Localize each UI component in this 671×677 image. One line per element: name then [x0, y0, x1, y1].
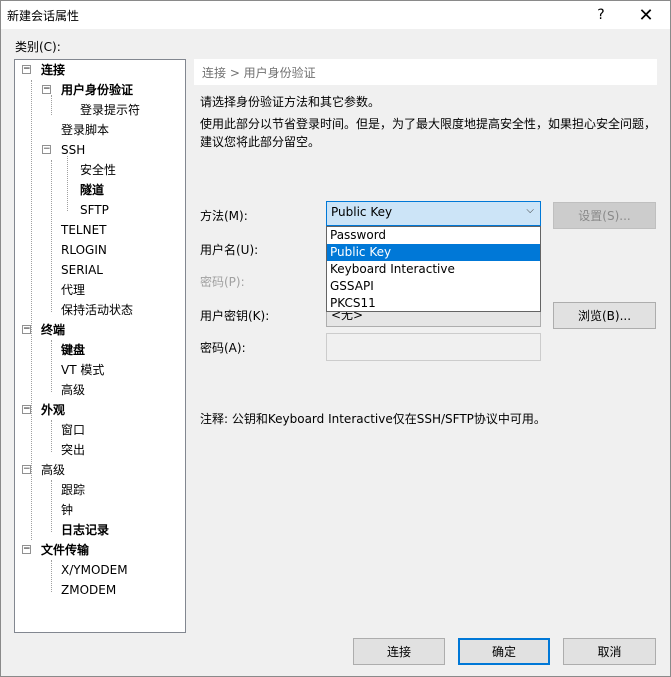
collapse-icon[interactable]: −: [22, 465, 31, 474]
tree-node-ssh[interactable]: − SSH: [42, 140, 85, 160]
tree-node-file-transfer[interactable]: − 文件传输: [22, 540, 89, 560]
category-tree[interactable]: − 连接 − 用户身份验证 登录提示符 登录脚本 − SSH 安全性 隧道 SF…: [14, 59, 186, 633]
tree-node-telnet[interactable]: TELNET: [61, 220, 107, 240]
breadcrumb: 连接 > 用户身份验证: [194, 59, 657, 85]
password-label: 密码(P):: [200, 275, 245, 289]
collapse-icon[interactable]: −: [42, 85, 51, 94]
browse-button[interactable]: 浏览(B)...: [553, 302, 656, 329]
tree-node-connection[interactable]: − 连接: [22, 60, 65, 80]
tree-node-user-auth[interactable]: − 用户身份验证: [42, 80, 133, 100]
collapse-icon[interactable]: −: [22, 325, 31, 334]
tree-node-rlogin[interactable]: RLOGIN: [61, 240, 107, 260]
description-line-2: 使用此部分以节省登录时间。但是，为了最大限度地提高安全性，如果担心安全问题，: [200, 117, 657, 131]
user-key-label: 用户密钥(K):: [200, 309, 270, 323]
tree-line: [51, 480, 52, 532]
tree-node-trace[interactable]: 跟踪: [61, 480, 85, 500]
settings-button[interactable]: 设置(S)...: [553, 202, 656, 229]
method-dropdown-list[interactable]: Password Public Key Keyboard Interactive…: [326, 226, 541, 312]
tree-line: [67, 156, 68, 211]
tree-node-label: 外观: [41, 403, 66, 417]
tree-node-login-prompts[interactable]: 登录提示符: [80, 100, 140, 120]
method-option-gssapi[interactable]: GSSAPI: [327, 278, 540, 295]
method-select-value: Public Key: [331, 205, 393, 219]
tree-node-window[interactable]: 窗口: [61, 420, 85, 440]
method-label: 方法(M):: [200, 209, 248, 223]
tree-node-tunnel[interactable]: 隧道: [80, 180, 104, 200]
tree-node-label: SSH: [61, 143, 86, 157]
tree-node-proxy[interactable]: 代理: [61, 280, 85, 300]
cancel-button[interactable]: 取消: [563, 638, 656, 665]
tree-node-label: 连接: [41, 63, 66, 77]
tree-node-advanced[interactable]: − 高级: [22, 460, 65, 480]
tree-node-terminal[interactable]: − 终端: [22, 320, 65, 340]
description-line-1: 请选择身份验证方法和其它参数。: [200, 95, 381, 109]
tree-node-xymodem[interactable]: X/YMODEM: [61, 560, 128, 580]
title-bar: 新建会话属性 ? ✕: [1, 1, 670, 29]
tree-node-security[interactable]: 安全性: [80, 160, 116, 180]
help-button[interactable]: ?: [579, 1, 623, 29]
tree-node-bell[interactable]: 钟: [61, 500, 73, 520]
tree-node-keyboard[interactable]: 键盘: [61, 340, 85, 360]
chevron-down-icon[interactable]: ⌵: [526, 205, 534, 216]
tree-node-label: 用户身份验证: [61, 83, 134, 97]
passphrase-label: 密码(A):: [200, 341, 246, 355]
tree-line: [51, 420, 52, 452]
collapse-icon[interactable]: −: [22, 65, 31, 74]
passphrase-input[interactable]: [326, 333, 541, 361]
category-label: 类别(C):: [15, 40, 61, 54]
tree-line: [51, 340, 52, 392]
session-properties-dialog: 新建会话属性 ? ✕ 类别(C): − 连接 − 用户身份验证 登录提示符 登录…: [0, 0, 671, 677]
tree-node-vt-mode[interactable]: VT 模式: [61, 360, 104, 380]
collapse-icon[interactable]: −: [22, 405, 31, 414]
collapse-icon[interactable]: −: [42, 145, 51, 154]
method-option-pkcs11[interactable]: PKCS11: [327, 295, 540, 312]
collapse-icon[interactable]: −: [22, 545, 31, 554]
method-select[interactable]: Public Key ⌵: [326, 201, 541, 226]
method-option-public-key[interactable]: Public Key: [327, 244, 540, 261]
tree-node-serial[interactable]: SERIAL: [61, 260, 103, 280]
connect-button[interactable]: 连接: [353, 638, 445, 665]
tree-node-sftp[interactable]: SFTP: [80, 200, 109, 220]
window-title: 新建会话属性: [7, 9, 80, 23]
tree-line: [51, 560, 52, 592]
description-line-3: 建议您将此部分留空。: [200, 135, 321, 149]
tree-node-highlight[interactable]: 突出: [61, 440, 85, 460]
tree-node-label: 文件传输: [41, 543, 90, 557]
tree-node-logging[interactable]: 日志记录: [61, 520, 109, 540]
tree-node-zmodem[interactable]: ZMODEM: [61, 580, 116, 600]
username-label: 用户名(U):: [200, 243, 259, 257]
ok-button[interactable]: 确定: [458, 638, 550, 665]
close-button[interactable]: ✕: [624, 1, 668, 29]
method-option-keyboard-interactive[interactable]: Keyboard Interactive: [327, 261, 540, 278]
tree-node-label: 终端: [41, 323, 66, 337]
method-option-password[interactable]: Password: [327, 227, 540, 244]
tree-node-appearance[interactable]: − 外观: [22, 400, 65, 420]
note-text: 注释: 公钥和Keyboard Interactive仅在SSH/SFTP协议中…: [200, 412, 546, 426]
tree-node-terminal-advanced[interactable]: 高级: [61, 380, 85, 400]
tree-node-label: 高级: [41, 463, 66, 477]
tree-line: [51, 160, 52, 312]
tree-node-keep-alive[interactable]: 保持活动状态: [61, 300, 133, 320]
tree-node-login-script[interactable]: 登录脚本: [61, 120, 109, 140]
